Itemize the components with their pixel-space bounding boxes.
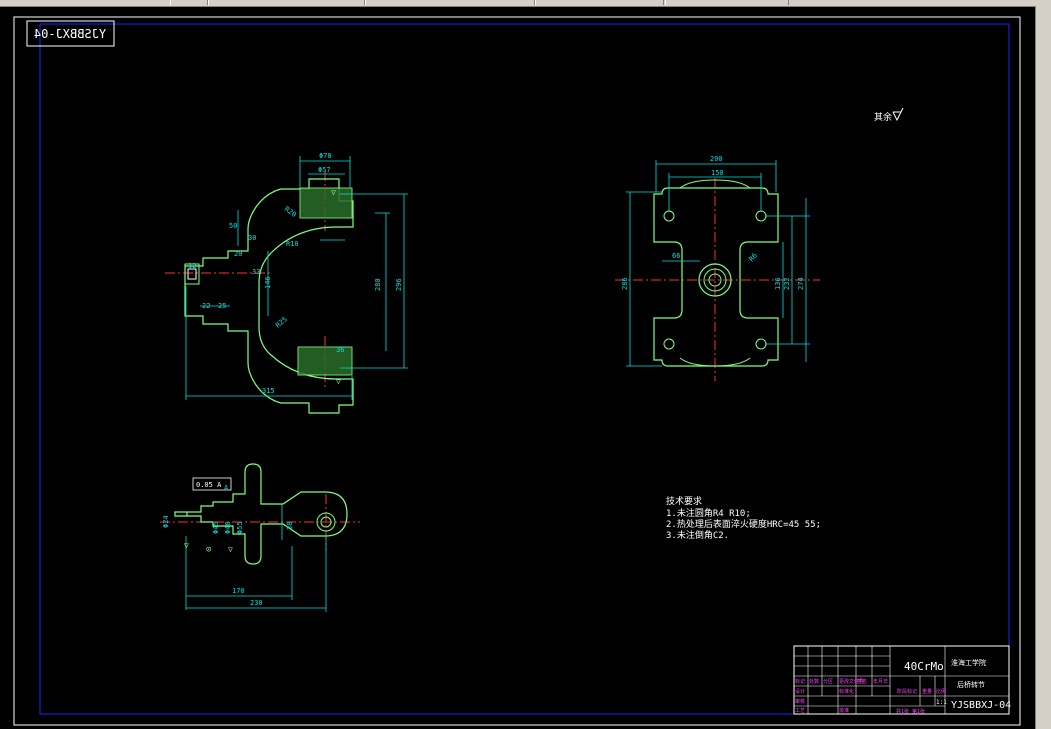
drawing-frame bbox=[39, 23, 1010, 715]
scale-text: 1:1 bbox=[936, 699, 947, 706]
tb-label: 年月日 bbox=[873, 678, 888, 685]
dim-text: 33 bbox=[252, 268, 260, 276]
tb-label: 阶段标记 bbox=[897, 688, 917, 695]
sheet-text: 共1张 第1张 bbox=[896, 708, 925, 715]
toolbar-segment[interactable] bbox=[170, 0, 208, 5]
tb-label: 重量 bbox=[922, 688, 932, 695]
dim-text: 232 bbox=[783, 277, 791, 290]
toolbar-segment[interactable] bbox=[665, 0, 789, 5]
toolbar-segment[interactable] bbox=[535, 0, 664, 5]
cad-viewer: YJSBBXJ-04 其余 Φ78 Φ57 50 30 20 33 146 28… bbox=[0, 0, 1051, 729]
dim-text: R10 bbox=[286, 240, 299, 248]
dim-text: 38 bbox=[286, 522, 294, 530]
dim-text: 274 bbox=[797, 277, 805, 290]
tb-label: 比例 bbox=[936, 688, 946, 695]
dim-text: 36 bbox=[336, 346, 344, 354]
tech-req-title: 技术要求 bbox=[666, 495, 702, 507]
vertical-scrollbar[interactable] bbox=[1035, 6, 1051, 729]
dim-text: 296 bbox=[395, 278, 403, 291]
sheet-border bbox=[13, 16, 1021, 726]
dim-text: 200 bbox=[710, 155, 723, 163]
roughness-note: 其余 bbox=[874, 107, 904, 123]
tech-req-item: 2.热处理后表面淬火硬度HRC=45 55; bbox=[666, 518, 821, 530]
tolerance-text: 0.05 A bbox=[196, 481, 222, 489]
datum-mark: ⊙ bbox=[206, 545, 211, 555]
part-name-text: 后桥转节 bbox=[957, 680, 985, 689]
roughness-label: 其余 bbox=[874, 111, 892, 123]
tb-label: 处数 bbox=[809, 678, 819, 685]
dim-text: 230 bbox=[250, 599, 263, 607]
title-block: 标记 处数 分区 更改文件号 签名 年月日 设计 标准化 阶段标记 重量 比例 … bbox=[793, 645, 1011, 715]
dim-text: Φ78 bbox=[319, 152, 332, 160]
tb-label: 分区 bbox=[823, 678, 833, 685]
surface-mark: ▽ bbox=[184, 541, 189, 550]
surface-mark: ▽ bbox=[331, 188, 336, 197]
tb-label: 批准 bbox=[839, 707, 849, 714]
dim-text: 30 bbox=[248, 234, 256, 242]
dim-text: 66 bbox=[672, 252, 680, 260]
dim-text: Φ48 bbox=[224, 521, 232, 534]
front-dimension-lines bbox=[185, 156, 408, 400]
tb-label: 设计 bbox=[795, 688, 805, 695]
material-text: 40CrMo bbox=[904, 660, 944, 673]
technical-requirements: 技术要求 1.未注圆角R4 R10; 2.热处理后表面淬火硬度HRC=45 55… bbox=[666, 495, 821, 541]
dim-text: Φ57 bbox=[318, 166, 331, 174]
dim-text: 12 bbox=[188, 262, 196, 270]
drawing-code-text: YJSBBXJ-04 bbox=[951, 700, 1011, 711]
section-hatch-top bbox=[299, 187, 353, 219]
tb-label: 工艺 bbox=[795, 708, 805, 714]
dim-text: 170 bbox=[232, 587, 245, 595]
dim-text: Φ45 bbox=[212, 521, 220, 534]
front-view: Φ78 Φ57 50 30 20 33 146 280 296 R20 R10 … bbox=[165, 152, 408, 414]
dim-text: 20 bbox=[234, 250, 242, 258]
tb-label: 标准化 bbox=[839, 688, 854, 695]
surface-mark: ▽ bbox=[336, 377, 341, 386]
dim-text: 50 bbox=[229, 222, 237, 230]
side-view: 200 150 66 R6 136 232 274 286 bbox=[615, 155, 820, 381]
toolbar-segment[interactable] bbox=[208, 0, 365, 5]
shaft-end-inner bbox=[187, 268, 197, 280]
tb-label: 标记 bbox=[795, 678, 805, 685]
dim-text: 315 bbox=[262, 387, 275, 395]
school-text: 淮海工学院 bbox=[951, 658, 986, 667]
bolt-hole bbox=[663, 210, 675, 222]
tech-req-item: 3.未注倒角C2. bbox=[666, 529, 729, 541]
dim-text: Φ55 bbox=[236, 521, 244, 534]
bolt-hole bbox=[755, 210, 767, 222]
dim-text: 286 bbox=[621, 277, 629, 290]
drawing-canvas[interactable]: YJSBBXJ-04 其余 Φ78 Φ57 50 30 20 33 146 28… bbox=[0, 6, 1036, 729]
tb-label: 签名 bbox=[857, 678, 867, 685]
mirrored-code-text: YJSBBXJ-04 bbox=[34, 27, 106, 41]
surface-mark: ▽ bbox=[228, 545, 233, 554]
dim-text: Φ24 bbox=[162, 515, 170, 528]
dim-text: R6 bbox=[747, 252, 759, 264]
toolbar-segment[interactable] bbox=[365, 0, 535, 5]
bottom-view: 0.05 A Φ24 Φ45 Φ48 Φ55 38 170 230 A ▽ ⊙ bbox=[160, 463, 360, 612]
bolt-hole bbox=[755, 338, 767, 350]
dim-text: R20 bbox=[283, 205, 298, 219]
dim-text: R25 bbox=[274, 315, 289, 329]
dim-text: 280 bbox=[374, 278, 382, 291]
tb-label: 审核 bbox=[795, 698, 805, 705]
roughness-symbol bbox=[892, 107, 904, 122]
dim-text: 150 bbox=[711, 169, 724, 177]
dim-text: 22 bbox=[202, 302, 210, 310]
bolt-hole bbox=[663, 338, 675, 350]
bottom-dimension-lines bbox=[185, 504, 327, 612]
dim-text: 136 bbox=[774, 277, 782, 290]
tech-req-item: 1.未注圆角R4 R10; bbox=[666, 507, 751, 519]
dim-text: A bbox=[224, 484, 229, 492]
dim-text: 25 bbox=[218, 302, 226, 310]
dim-text: 146 bbox=[264, 276, 272, 289]
